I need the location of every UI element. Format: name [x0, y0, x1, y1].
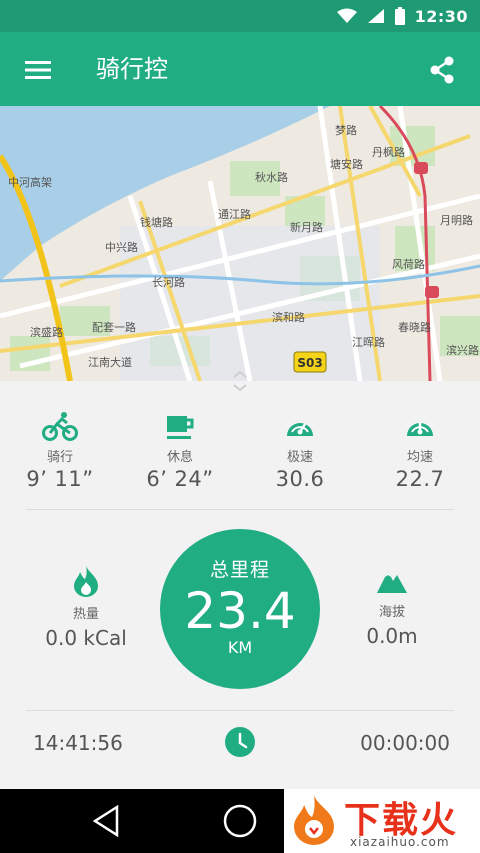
- stat-riding: 骑行 9’ 11”: [0, 410, 120, 500]
- stat-value: 6’ 24”: [146, 467, 214, 491]
- map-label: 梦路: [335, 124, 357, 137]
- map-label: 江南大道: [88, 355, 132, 369]
- wifi-icon: [336, 8, 357, 23]
- stats-row: 骑行 9’ 11” 休息 6’ 24” 极速 30.6 均速 22.7: [0, 410, 480, 500]
- battery-icon: [394, 7, 405, 25]
- clock-icon: [225, 727, 255, 757]
- map-label: 塘安路: [330, 157, 363, 171]
- map-label: 配套一路: [92, 321, 136, 334]
- map-label: 通江路: [218, 208, 251, 221]
- stat-rest: 休息 6’ 24”: [120, 410, 240, 500]
- speedometer-icon: [287, 423, 313, 436]
- map-label: 风荷路: [392, 258, 425, 271]
- flame-logo-icon: [294, 795, 334, 845]
- map-label: 丹枫路: [372, 145, 405, 159]
- back-triangle-icon: [92, 804, 119, 838]
- menu-icon: [25, 61, 51, 79]
- coffee-cup-icon: [167, 416, 194, 439]
- clock-button[interactable]: [224, 726, 256, 758]
- map-label: 江晖路: [352, 336, 385, 349]
- bicycle-icon: [42, 412, 78, 441]
- elapsed-time: 00:00:00: [360, 731, 450, 755]
- distance-value: 23.4: [184, 582, 296, 640]
- chevron-up-down-icon: [233, 370, 247, 392]
- panel-drag-handle[interactable]: [228, 368, 252, 394]
- mountain-icon: [377, 571, 407, 593]
- distance-unit: KM: [227, 638, 253, 657]
- map-view[interactable]: S03 秋水路 梦路 塘安路 丹枫路 通江路 新月路 月明路 长河路 风荷路 钱…: [0, 106, 480, 381]
- map-label: 新月路: [290, 220, 323, 234]
- stat-avg-speed: 均速 22.7: [360, 410, 480, 500]
- map-label: 滨兴路: [446, 343, 479, 357]
- stat-value: 9’ 11”: [26, 467, 94, 491]
- map-label: 滨和路: [272, 310, 305, 324]
- calories-value: 0.0 kCal: [45, 626, 127, 650]
- calories-stat: 热量 0.0 kCal: [26, 565, 146, 650]
- stat-label: 均速: [406, 450, 433, 465]
- map-label: 秋水路: [255, 170, 288, 184]
- distance-title: 总里程: [209, 559, 270, 581]
- altitude-value: 0.0m: [366, 624, 418, 648]
- divider: [26, 710, 454, 711]
- status-bar: 12:30: [0, 0, 480, 32]
- home-circle-icon: [223, 804, 257, 838]
- speedometer-icon: [407, 422, 433, 436]
- share-icon: [430, 56, 454, 84]
- stat-label: 休息: [166, 450, 193, 465]
- altitude-stat: 海拔 0.0m: [332, 565, 452, 648]
- home-button[interactable]: [220, 803, 260, 839]
- altitude-label: 海拔: [378, 605, 405, 620]
- watermark: 下载火 xiazaihuo.com: [284, 789, 480, 853]
- stat-label: 骑行: [46, 450, 73, 465]
- back-button[interactable]: [86, 803, 126, 839]
- share-button[interactable]: [422, 50, 462, 90]
- highway-badge: S03: [297, 356, 322, 370]
- stat-label: 极速: [286, 450, 313, 465]
- map-label: 长河路: [152, 276, 185, 289]
- app-bar: 骑行控: [0, 32, 480, 106]
- divider: [26, 509, 454, 510]
- map-label: 钱塘路: [140, 215, 173, 229]
- calories-label: 热量: [72, 607, 99, 622]
- map-label: 中兴路: [105, 241, 138, 254]
- watermark-sub: xiazaihuo.com: [350, 835, 450, 849]
- total-distance-circle: 总里程 23.4 KM: [160, 529, 320, 689]
- flame-icon: [74, 566, 98, 597]
- map-label: 滨盛路: [30, 325, 63, 339]
- stat-value: 30.6: [275, 467, 325, 491]
- start-time: 14:41:56: [33, 731, 123, 755]
- map-label: 中河高架: [8, 175, 52, 189]
- stat-max-speed: 极速 30.6: [240, 410, 360, 500]
- signal-icon: [367, 9, 384, 23]
- map-label: 春晓路: [398, 321, 431, 334]
- menu-button[interactable]: [18, 50, 58, 90]
- stat-value: 22.7: [395, 467, 445, 491]
- status-time: 12:30: [414, 6, 468, 26]
- page-title: 骑行控: [96, 55, 168, 83]
- map-label: 月明路: [440, 214, 473, 227]
